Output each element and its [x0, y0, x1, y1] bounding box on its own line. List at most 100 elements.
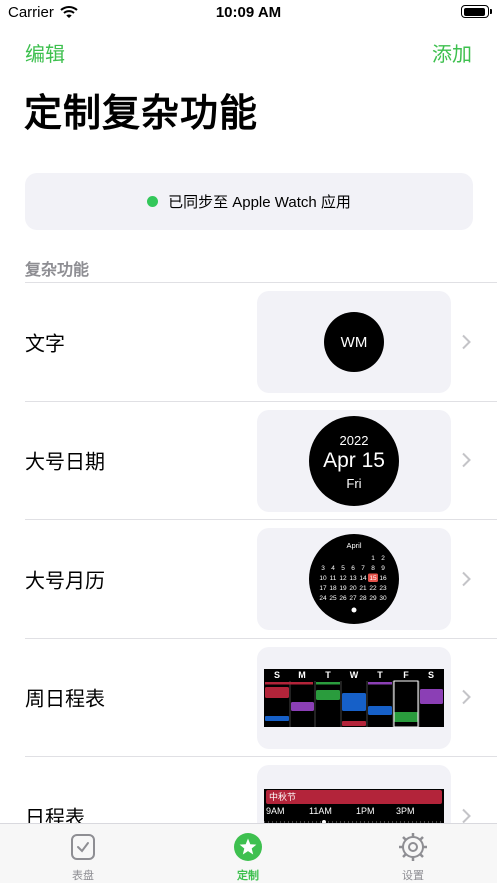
sync-status-banner: 已同步至 Apple Watch 应用	[25, 173, 473, 230]
calendar-day: 16	[379, 575, 387, 582]
weekday-label: S	[428, 670, 434, 680]
calendar-month: April	[346, 541, 361, 550]
complication-preview-large-date: 2022 Apr 15 Fri	[257, 409, 451, 512]
event-bar	[265, 681, 313, 684]
calendar-day: 9	[381, 565, 385, 572]
sync-status-dot	[147, 196, 159, 207]
tab-label: 表盘	[72, 870, 94, 882]
calendar-day: 25	[329, 595, 337, 602]
calendar-day: 6	[351, 565, 355, 572]
tab-settings[interactable]: 设置	[353, 824, 473, 883]
calendar-day: 10	[319, 575, 327, 582]
calendar-day: 19	[339, 585, 347, 592]
calendar-day: 2	[381, 555, 385, 562]
tab-label: 定制	[237, 870, 259, 882]
calendar-day: 23	[379, 585, 387, 592]
calendar-day: 13	[349, 575, 357, 582]
chevron-right-icon	[462, 690, 471, 705]
page-title: 定制复杂功能	[24, 91, 259, 135]
calendar-day: 4	[331, 565, 335, 572]
event-block	[368, 705, 392, 715]
tab-bar: 表盘 定制 设置	[0, 823, 497, 883]
complication-row-large-calendar[interactable]: 大号月历 April 1 2 3 4 5 6 7 8 9 10 11 12 13…	[25, 519, 497, 638]
watch-face-icon	[71, 834, 95, 860]
date-main: Apr 15	[323, 448, 385, 472]
gear-icon	[399, 833, 427, 861]
event-block	[420, 688, 443, 704]
complication-preview-week-schedule: S M T W T F S	[257, 646, 451, 749]
weekday-label: T	[325, 670, 331, 680]
weekday-label: S	[274, 670, 280, 680]
event-block	[265, 686, 289, 698]
date-weekday: Fri	[346, 475, 362, 491]
event-block	[291, 701, 314, 711]
complications-list: 文字 WM 大号日期 2022 Apr 15 Fri 大号月历 April 1	[25, 282, 497, 875]
calendar-day: 22	[369, 585, 377, 592]
chevron-right-icon	[462, 334, 471, 349]
calendar-day: 18	[329, 585, 337, 592]
complication-label: 大号日期	[25, 451, 105, 474]
tab-watch-faces[interactable]: 表盘	[23, 824, 143, 883]
calendar-day-today: 15	[369, 575, 377, 582]
status-bar: Carrier 10:09 AM	[0, 0, 497, 26]
chevron-right-icon	[462, 571, 471, 586]
battery-icon	[461, 5, 492, 18]
calendar-day: 8	[371, 565, 375, 572]
complication-row-large-date[interactable]: 大号日期 2022 Apr 15 Fri	[25, 400, 497, 520]
monogram-circle: WM	[324, 312, 384, 372]
calendar-day: 14	[359, 575, 367, 582]
calendar-day: 27	[349, 595, 357, 602]
event-bar	[316, 681, 340, 684]
weekday-label: W	[350, 670, 359, 680]
event-bar	[368, 681, 392, 684]
section-header: 复杂功能	[25, 262, 90, 279]
calendar-day: 21	[359, 585, 367, 592]
weekday-label: F	[403, 670, 409, 680]
hour-label: 11AM	[309, 806, 332, 816]
complication-label: 文字	[25, 333, 65, 356]
complication-preview-text: WM	[257, 291, 451, 393]
sync-status-text: 已同步至 Apple Watch 应用	[168, 194, 351, 211]
status-time: 10:09 AM	[215, 4, 282, 21]
calendar-day: 12	[339, 575, 347, 582]
hour-label: 1PM	[356, 806, 375, 816]
hour-label: 3PM	[396, 806, 415, 816]
weekday-label: T	[377, 670, 383, 680]
complication-row-text[interactable]: 文字 WM	[25, 282, 497, 401]
event-block	[394, 711, 418, 722]
event-block	[265, 715, 289, 721]
chevron-right-icon	[462, 453, 471, 468]
calendar-day: 24	[319, 595, 327, 602]
calendar-day: 30	[379, 595, 387, 602]
calendar-day: 5	[341, 565, 345, 572]
calendar-day: 7	[361, 565, 365, 572]
calendar-page-dot	[351, 607, 357, 613]
date-circle: 2022 Apr 15 Fri	[309, 415, 399, 506]
calendar-day: 1	[371, 555, 375, 562]
calendar-day: 17	[319, 585, 327, 592]
calendar-day: 11	[330, 575, 337, 582]
add-button[interactable]: 添加	[432, 38, 472, 67]
star-icon	[234, 833, 262, 861]
complication-label: 大号月历	[25, 570, 105, 593]
holiday-event: 中秋节	[266, 790, 442, 804]
calendar-day: 29	[369, 595, 377, 602]
complication-row-week-schedule[interactable]: 周日程表 S M T W T F S	[25, 637, 497, 757]
calendar-circle: April 1 2 3 4 5 6 7 8 9 10 11 12 13 14 1…	[309, 534, 399, 624]
event-block	[316, 689, 340, 700]
hour-label: 9AM	[266, 806, 285, 816]
complication-preview-large-calendar: April 1 2 3 4 5 6 7 8 9 10 11 12 13 14 1…	[257, 528, 451, 630]
calendar-day: 26	[339, 595, 347, 602]
calendar-day: 28	[359, 595, 367, 602]
complication-label: 周日程表	[25, 688, 105, 711]
date-year: 2022	[339, 432, 369, 448]
tab-customize[interactable]: 定制	[188, 824, 308, 883]
calendar-grid: April 1 2 3 4 5 6 7 8 9 10 11 12 13 14 1…	[319, 541, 387, 613]
calendar-day: 20	[349, 585, 357, 592]
event-block	[342, 720, 366, 726]
week-schedule-graphic: S M T W T F S	[265, 670, 443, 727]
week-schedule-panel: S M T W T F S	[264, 668, 444, 727]
edit-button[interactable]: 编辑	[25, 38, 65, 67]
chevron-right-icon	[462, 808, 471, 823]
weekday-label: M	[298, 670, 306, 680]
